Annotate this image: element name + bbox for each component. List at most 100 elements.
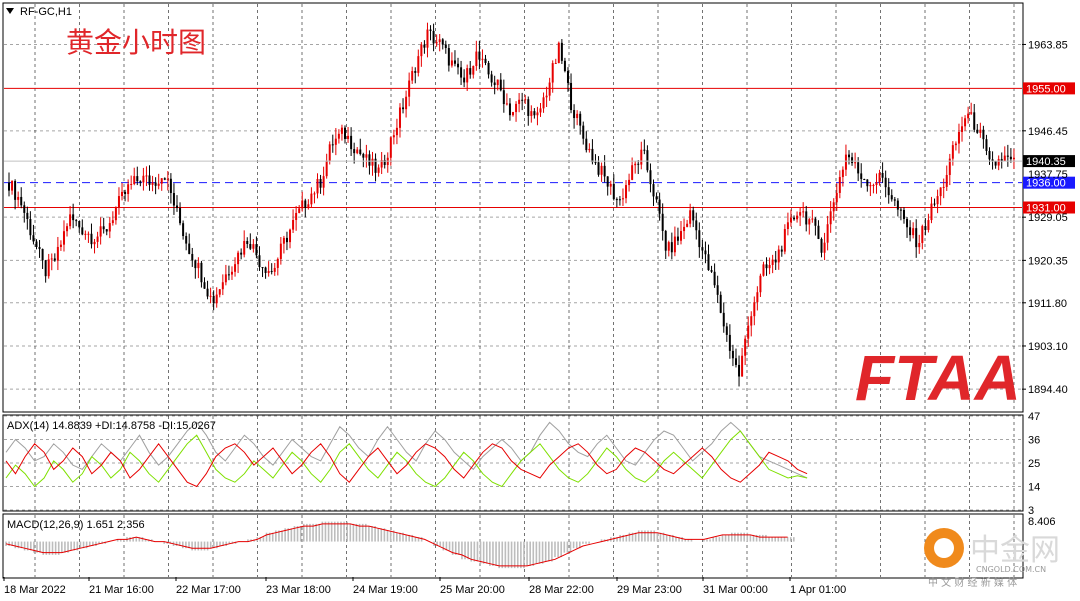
- candle-body: [130, 183, 133, 185]
- candle-body: [8, 182, 10, 191]
- symbol-label: RF-GC,H1: [20, 6, 72, 18]
- candle-body: [823, 242, 826, 253]
- candle-body: [750, 316, 753, 326]
- adx-label: ADX(14) 14.8839 +DI:14.8758 -DI:15.0267: [7, 420, 216, 432]
- candle-body: [625, 185, 628, 199]
- candle-body: [221, 282, 224, 290]
- candle-body: [774, 259, 777, 263]
- candle-body: [264, 267, 267, 273]
- candle-body: [84, 233, 87, 235]
- candle-body: [270, 271, 273, 273]
- candle-body: [389, 137, 392, 158]
- candle-body: [621, 198, 624, 200]
- candle-body: [573, 110, 576, 119]
- candle-body: [805, 211, 808, 225]
- candle-body: [96, 236, 99, 242]
- candle-body: [609, 183, 612, 187]
- time-tick-label: 23 Mar 18:00: [266, 584, 331, 596]
- candle-body: [887, 187, 890, 196]
- candle-body: [420, 44, 423, 57]
- candle-body: [793, 217, 796, 220]
- candle-body: [337, 133, 340, 139]
- candle-body: [90, 233, 93, 245]
- candle-body: [664, 230, 667, 251]
- candle-body: [478, 51, 481, 60]
- candle-body: [108, 223, 111, 232]
- candle-body: [47, 259, 50, 277]
- candle-body: [921, 226, 924, 243]
- candle-body: [848, 154, 850, 158]
- macd-label: MACD(12,26,9) 1.651 2.356: [7, 519, 145, 531]
- candle-body: [289, 229, 292, 243]
- candle-body: [606, 176, 609, 187]
- cngold-watermark: 中金网 CNGOLD.COM.CN 中 文 财 经 新 媒 体: [924, 528, 1060, 589]
- candle-body: [518, 99, 521, 104]
- candle-body: [313, 193, 316, 195]
- extra-price-label: 1937.75: [1028, 169, 1068, 181]
- candle-body: [637, 163, 640, 165]
- candle-body: [844, 154, 847, 170]
- candle-body: [512, 112, 514, 116]
- candle-body: [304, 200, 307, 208]
- time-tick-label: 28 Mar 22:00: [529, 584, 594, 596]
- candle-body: [808, 219, 811, 225]
- candle-body: [896, 200, 899, 210]
- candle-body: [78, 220, 81, 228]
- candle-body: [32, 235, 35, 242]
- candle-body: [444, 44, 447, 49]
- adx-tick-label: 25: [1028, 458, 1040, 470]
- candle-body: [976, 129, 979, 133]
- candle-body: [997, 159, 1000, 166]
- candle-body: [502, 90, 505, 105]
- candle-body: [961, 126, 964, 132]
- candle-body: [340, 127, 343, 134]
- candle-body: [582, 125, 585, 139]
- candle-body: [701, 247, 704, 251]
- candle-body: [50, 258, 53, 260]
- candle-body: [906, 218, 909, 228]
- candle-body: [667, 242, 670, 251]
- candle-body: [417, 56, 420, 73]
- candle-body: [206, 288, 209, 297]
- candle-body: [683, 226, 686, 232]
- candle-body: [14, 181, 17, 200]
- candle-body: [909, 227, 912, 236]
- candle-body: [600, 165, 603, 175]
- candle-body: [44, 260, 47, 277]
- candle-body: [145, 175, 148, 177]
- price-tick-label: 1894.40: [1028, 384, 1068, 396]
- candle-body: [554, 62, 557, 64]
- candle-body: [344, 127, 346, 139]
- candle-body: [450, 60, 453, 66]
- candle-body: [316, 178, 319, 194]
- candle-body: [117, 196, 120, 208]
- candle-body: [945, 174, 948, 187]
- candle-body: [734, 358, 737, 365]
- chart-canvas[interactable]: 1963.851946.451929.051920.351911.801903.…: [0, 0, 1080, 601]
- candle-body: [985, 139, 988, 151]
- candle-body: [942, 186, 945, 188]
- candle-body: [285, 237, 288, 243]
- candle-body: [628, 179, 631, 186]
- candle-body: [585, 138, 588, 151]
- adx-tick-label: 14: [1028, 482, 1040, 494]
- candle-body: [762, 264, 765, 276]
- candle-body: [738, 364, 741, 377]
- candle-body: [872, 185, 875, 187]
- candle-body: [87, 233, 90, 235]
- candle-body: [863, 179, 866, 181]
- candle-body: [169, 178, 172, 194]
- watermark-tagline: 中 文 财 经 新 媒 体: [928, 576, 1017, 589]
- candle-body: [814, 218, 817, 226]
- candle-body: [649, 170, 652, 185]
- candle-body: [99, 226, 102, 237]
- candle-body: [527, 99, 530, 116]
- price-tick-label: 1946.45: [1028, 126, 1068, 138]
- candle-body: [295, 212, 298, 220]
- watermark-domain: CNGOLD.COM.CN: [976, 565, 1046, 574]
- price-tick-label: 1911.80: [1028, 298, 1067, 310]
- candle-body: [258, 255, 261, 268]
- candle-body: [557, 42, 560, 63]
- candle-body: [487, 62, 490, 75]
- candle-body: [673, 236, 676, 253]
